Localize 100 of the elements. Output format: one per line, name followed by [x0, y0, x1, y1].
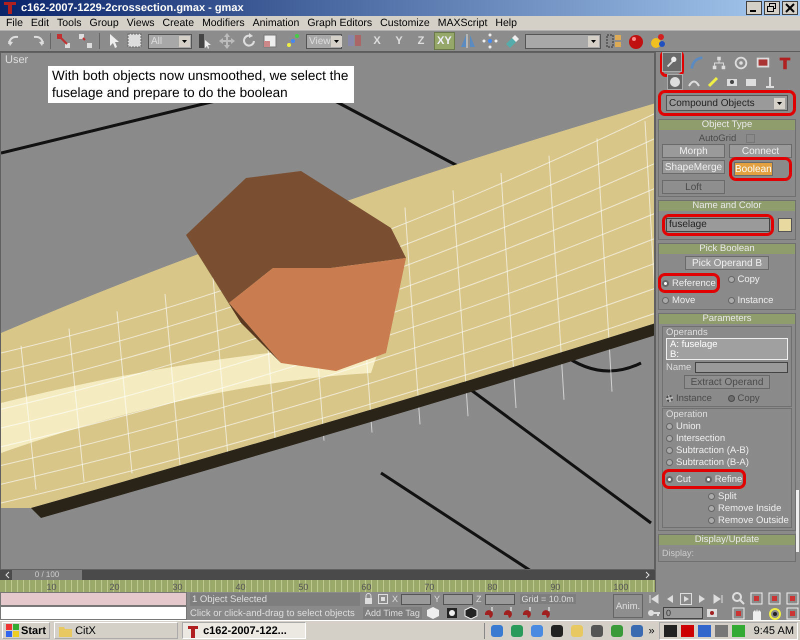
menu-item[interactable]: Customize — [376, 17, 434, 29]
menu-item[interactable]: File — [2, 17, 27, 29]
radio-option[interactable]: Copy — [728, 273, 760, 285]
rollout-header[interactable]: Object Type — [659, 120, 795, 130]
color-swatch[interactable] — [778, 218, 792, 232]
radio-button[interactable] — [728, 276, 734, 282]
viewport[interactable]: User With both objects now unsmoothed, we select the fuselage and prepare to do the boolean — [0, 52, 655, 570]
named-selection-dropdown[interactable] — [524, 34, 601, 48]
menu-item[interactable]: Group — [86, 17, 123, 29]
operands-list[interactable]: A: fuselage B: — [666, 338, 788, 360]
menu-item[interactable]: Tools — [53, 17, 86, 29]
go-to-start-icon[interactable] — [647, 592, 661, 606]
radio-option[interactable]: Refine — [704, 473, 742, 485]
time-slider-thumb[interactable]: 0 / 100 — [12, 570, 82, 580]
tick-label: 10 — [46, 582, 56, 592]
taskbar-button[interactable]: CitX — [54, 622, 178, 639]
axis-constraint-button[interactable]: X — [368, 32, 386, 50]
minimize-button[interactable] — [746, 1, 762, 15]
radio-option[interactable]: Move — [662, 294, 696, 306]
material-spheres-icon[interactable] — [648, 32, 667, 50]
object-type-button[interactable]: Boolean — [734, 162, 773, 176]
object-type-button[interactable]: ShapeMerge — [662, 160, 725, 174]
panel-scrollbar[interactable] — [796, 490, 799, 552]
mirror-icon[interactable] — [458, 32, 477, 50]
radio-option[interactable]: Split — [708, 490, 736, 502]
radio-button[interactable] — [704, 476, 712, 482]
radio-option[interactable]: Subtraction (B-A) — [666, 456, 749, 468]
restore-button[interactable] — [764, 1, 780, 15]
radio-button[interactable] — [666, 434, 673, 442]
menu-item[interactable]: Modifiers — [198, 17, 249, 29]
menu-item[interactable]: Animation — [248, 17, 304, 29]
axis-constraint-button[interactable]: Y — [390, 32, 408, 50]
radio-option[interactable]: Cut — [666, 473, 691, 485]
taskbar-button[interactable]: c162-2007-122... — [182, 622, 306, 639]
radio-button[interactable] — [666, 422, 673, 430]
radio-button[interactable] — [666, 458, 673, 466]
radio-button[interactable] — [728, 296, 734, 304]
name-field[interactable]: fuselage — [666, 218, 770, 232]
radio-button[interactable] — [708, 492, 715, 500]
menu-item[interactable]: MAXScript — [434, 17, 492, 29]
menu-item[interactable]: Graph Editors — [303, 17, 376, 29]
operand-name-field[interactable] — [695, 362, 788, 373]
selection-rectangle-icon[interactable] — [126, 32, 144, 50]
menu-item[interactable]: Views — [122, 17, 159, 29]
radio-button[interactable] — [662, 296, 669, 304]
radio-button[interactable] — [662, 280, 669, 286]
radio-button[interactable] — [708, 504, 715, 512]
render-sphere-icon[interactable] — [626, 32, 645, 50]
zoom-icon[interactable] — [731, 591, 746, 606]
play-icon[interactable] — [679, 592, 693, 606]
menu-item[interactable]: Help — [491, 17, 521, 29]
object-type-button[interactable]: Morph — [662, 144, 725, 158]
time-slider[interactable]: 0 / 100 — [0, 570, 655, 580]
coordinate-field[interactable] — [443, 594, 474, 604]
radio-button[interactable] — [666, 476, 673, 482]
app-icon — [186, 624, 200, 638]
lights-icon[interactable] — [706, 75, 720, 89]
script-listener-field[interactable] — [0, 592, 187, 606]
menu-item[interactable]: Create — [158, 17, 198, 29]
rollout-header[interactable]: Display/Update — [659, 535, 795, 545]
timeline-ruler[interactable]: 10 20 30 40 50 60 70 80 90 100 — [0, 580, 655, 592]
unlink-icon[interactable] — [77, 32, 95, 50]
coordinate-field[interactable] — [484, 594, 515, 604]
radio-option[interactable]: Union — [666, 420, 701, 432]
object-type-button[interactable]: Connect — [729, 144, 792, 158]
orbit-icon[interactable] — [767, 606, 782, 621]
add-time-tag-button[interactable]: Add Time Tag — [363, 607, 422, 619]
start-button[interactable]: Start — [2, 622, 50, 639]
axis-constraint-button[interactable]: Z — [412, 32, 430, 50]
frame-field[interactable]: 0 — [663, 607, 703, 619]
pick-operand-button[interactable]: Pick Operand B — [684, 256, 770, 270]
list-item[interactable]: A: fuselage — [670, 340, 784, 350]
more-icons-chevron[interactable]: » — [648, 624, 655, 636]
lock-icon[interactable] — [363, 593, 374, 605]
radio-option[interactable]: Remove Inside — [708, 502, 782, 514]
window-title: c162-2007-1229-2crossection.gmax - gmax — [21, 2, 245, 14]
coordinate-field[interactable] — [401, 594, 432, 604]
radio-option[interactable]: Instance — [728, 294, 774, 306]
radio-button[interactable] — [666, 446, 673, 454]
rollout-header[interactable]: Parameters — [659, 314, 795, 324]
viewport-label[interactable]: User — [5, 54, 28, 66]
animate-button[interactable]: Anim. — [613, 594, 643, 618]
axis-constraint-button[interactable]: XY — [434, 32, 455, 50]
rollout-header[interactable]: Name and Color — [659, 201, 795, 211]
link-icon[interactable] — [55, 32, 73, 50]
geometry-icon[interactable] — [668, 75, 682, 89]
script-listener-output[interactable] — [0, 606, 187, 620]
absolute-mode-icon[interactable] — [377, 593, 389, 605]
create-tab-icon[interactable] — [663, 52, 681, 70]
close-button[interactable] — [782, 1, 798, 15]
category-dropdown[interactable]: Compound Objects — [666, 95, 788, 111]
radio-option[interactable]: Reference — [662, 277, 716, 289]
radio-button[interactable] — [708, 516, 715, 524]
radio-option[interactable]: Intersection — [666, 432, 726, 444]
rollout-header[interactable]: Pick Boolean — [659, 244, 795, 254]
list-item[interactable]: B: — [670, 350, 784, 360]
radio-option[interactable]: Subtraction (A-B) — [666, 444, 749, 456]
go-to-end-icon[interactable] — [711, 592, 725, 606]
radio-option[interactable]: Remove Outside — [708, 514, 789, 526]
menu-item[interactable]: Edit — [26, 17, 54, 29]
